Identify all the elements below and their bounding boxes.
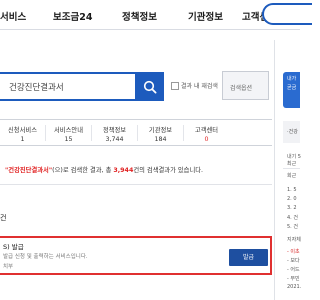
- section-divider: [0, 184, 272, 185]
- result-keyword: "건강진단결과서": [5, 167, 53, 174]
- category-divider-bottom: [0, 145, 272, 146]
- tab-customer-center[interactable]: 고객센터 0: [184, 125, 229, 143]
- banner-line-1: 내가: [287, 76, 297, 82]
- tab-count: 184: [154, 136, 167, 143]
- result-total: 3,944: [113, 167, 134, 174]
- banner-line-2: 곧금: [287, 85, 297, 91]
- rail-recent-2: 회근: [287, 173, 297, 179]
- rail-local-date: 2021.: [287, 284, 302, 290]
- rail-rank-1[interactable]: 1. 5: [287, 187, 297, 193]
- nav-item-subsidy24[interactable]: 보조금24: [53, 9, 92, 23]
- nav-item-agency[interactable]: 기관정보: [188, 9, 223, 23]
- tab-count: 3,744: [105, 136, 124, 143]
- rail-divider: [283, 168, 300, 169]
- rail-heading: 내기 5: [287, 154, 301, 160]
- result-suffix: 건의 검색결과가 있습니다.: [133, 167, 204, 174]
- rail-local-heading: 지자체: [287, 237, 301, 243]
- tab-policy-info[interactable]: 정책정보 3,744: [92, 125, 137, 143]
- search-button[interactable]: [135, 72, 164, 101]
- rail-rank-4[interactable]: 4. 건: [287, 214, 298, 221]
- search-within-checkbox[interactable]: [171, 82, 179, 90]
- top-nav: 서비스 보조금24 정책정보 기관정보 고객센터: [0, 0, 312, 30]
- header-search-input[interactable]: [262, 3, 312, 25]
- section-title: 건: [0, 214, 7, 222]
- tab-service-guide[interactable]: 서비스안내 15: [46, 125, 91, 143]
- nav-item-policy[interactable]: 정책정보: [122, 9, 157, 23]
- rail-rank-2[interactable]: 2. 0: [287, 196, 297, 202]
- issue-button[interactable]: 발급: [229, 249, 268, 266]
- rail-local-3[interactable]: - 어드: [287, 266, 300, 273]
- result-summary: "건강진단결과서"(으)로 검색한 결과, 총 3,944건의 검색결과가 있습…: [5, 165, 203, 174]
- tab-label: 기관정보: [148, 127, 173, 134]
- right-rail-border: [274, 40, 275, 300]
- search-options-button[interactable]: 검색옵션: [222, 71, 269, 100]
- card-title: S) 발급: [3, 243, 24, 251]
- tab-count: 15: [64, 136, 73, 143]
- search-options-label: 검색옵션: [230, 85, 253, 92]
- tab-label: 고객센터: [194, 127, 219, 134]
- card-organization: 치부: [3, 264, 14, 270]
- tab-count: 1: [20, 136, 25, 143]
- rail-local-1[interactable]: - 이초: [287, 248, 300, 255]
- tab-agency-info[interactable]: 기관정보 184: [138, 125, 183, 143]
- tab-count: 0: [204, 136, 209, 143]
- result-prefix: (으)로 검색한 결과, 총: [52, 167, 114, 174]
- search-within-label: 결과 내 재검색: [181, 83, 218, 90]
- tab-label: 정책정보: [102, 127, 127, 134]
- tab-label: 서비스안내: [54, 127, 83, 134]
- rail-rank-3[interactable]: 3. 2: [287, 205, 297, 211]
- search-query-text: 건강진단결과서: [9, 83, 64, 93]
- rail-keyword-label: ·건강: [287, 129, 298, 135]
- rail-local-4[interactable]: - 무민: [287, 275, 300, 282]
- rail-local-2[interactable]: - 보다: [287, 257, 300, 264]
- search-icon: [143, 80, 157, 94]
- category-divider-top: [0, 119, 272, 120]
- nav-item-service[interactable]: 서비스: [0, 9, 26, 23]
- rail-rank-5[interactable]: 5. 건: [287, 223, 298, 230]
- tab-apply-service[interactable]: 신청서비스 1: [0, 125, 45, 143]
- tab-label: 신청서비스: [8, 127, 37, 134]
- rail-recent: 최근: [287, 161, 297, 167]
- card-description: 발급 신청 및 출력하는 서비스입니다.: [3, 254, 88, 260]
